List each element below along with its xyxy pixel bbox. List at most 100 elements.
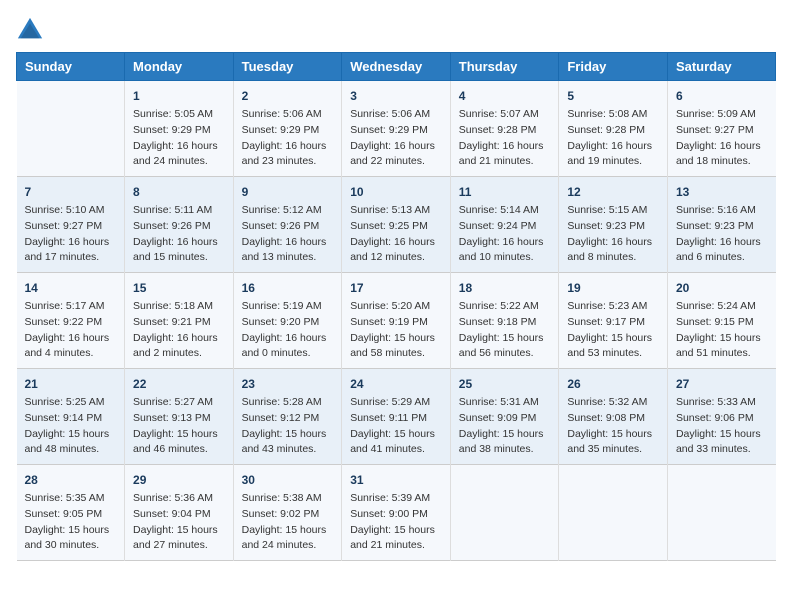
day-info: Sunrise: 5:33 AM Sunset: 9:06 PM Dayligh… (676, 395, 768, 458)
calendar-cell: 23Sunrise: 5:28 AM Sunset: 9:12 PM Dayli… (233, 369, 342, 465)
day-number: 20 (676, 279, 768, 297)
day-number: 28 (25, 471, 117, 489)
day-info: Sunrise: 5:27 AM Sunset: 9:13 PM Dayligh… (133, 395, 225, 458)
week-row-3: 14 Sunrise: 5:17 AM Sunset: 9:22 PM Dayli… (17, 273, 776, 369)
day-info: Sunrise: 5:16 AM Sunset: 9:23 PM Dayligh… (676, 203, 768, 266)
column-header-wednesday: Wednesday (342, 53, 451, 81)
calendar-cell: 5 Sunrise: 5:08 AM Sunset: 9:28 PM Daylig… (559, 81, 668, 177)
day-info: Sunrise: 5:06 AM Sunset: 9:29 PM Dayligh… (242, 107, 334, 170)
day-number: 3 (350, 87, 442, 105)
week-row-4: 21Sunrise: 5:25 AM Sunset: 9:14 PM Dayli… (17, 369, 776, 465)
day-info: Sunrise: 5:19 AM Sunset: 9:20 PM Dayligh… (242, 299, 334, 362)
day-number: 11 (459, 183, 551, 201)
day-number: 26 (567, 375, 659, 393)
logo-icon (16, 16, 44, 44)
calendar-cell: 3Sunrise: 5:06 AM Sunset: 9:29 PM Daylig… (342, 81, 451, 177)
day-info: Sunrise: 5:05 AM Sunset: 9:29 PM Dayligh… (133, 107, 225, 170)
calendar-cell: 31 Sunrise: 5:39 AM Sunset: 9:00 PM Dayli… (342, 465, 451, 561)
day-info: Sunrise: 5:36 AM Sunset: 9:04 PM Dayligh… (133, 491, 225, 554)
calendar-cell (559, 465, 668, 561)
day-info: Sunrise: 5:14 AM Sunset: 9:24 PM Dayligh… (459, 203, 551, 266)
calendar-cell: 18Sunrise: 5:22 AM Sunset: 9:18 PM Dayli… (450, 273, 559, 369)
column-header-sunday: Sunday (17, 53, 125, 81)
day-info: Sunrise: 5:09 AM Sunset: 9:27 PM Dayligh… (676, 107, 768, 170)
day-number: 12 (567, 183, 659, 201)
calendar-cell: 8 Sunrise: 5:11 AM Sunset: 9:26 PM Daylig… (125, 177, 234, 273)
day-number: 25 (459, 375, 551, 393)
calendar-cell: 13 Sunrise: 5:16 AM Sunset: 9:23 PM Dayli… (667, 177, 775, 273)
calendar-header-row: SundayMondayTuesdayWednesdayThursdayFrid… (17, 53, 776, 81)
day-info: Sunrise: 5:15 AM Sunset: 9:23 PM Dayligh… (567, 203, 659, 266)
day-number: 1 (133, 87, 225, 105)
day-info: Sunrise: 5:35 AM Sunset: 9:05 PM Dayligh… (25, 491, 117, 554)
day-info: Sunrise: 5:08 AM Sunset: 9:28 PM Dayligh… (567, 107, 659, 170)
day-number: 8 (133, 183, 225, 201)
calendar-cell: 12 Sunrise: 5:15 AM Sunset: 9:23 PM Dayli… (559, 177, 668, 273)
day-number: 17 (350, 279, 442, 297)
calendar-table: SundayMondayTuesdayWednesdayThursdayFrid… (16, 52, 776, 561)
calendar-cell: 16 Sunrise: 5:19 AM Sunset: 9:20 PM Dayli… (233, 273, 342, 369)
day-number: 16 (242, 279, 334, 297)
calendar-cell: 17Sunrise: 5:20 AM Sunset: 9:19 PM Dayli… (342, 273, 451, 369)
calendar-cell: 11 Sunrise: 5:14 AM Sunset: 9:24 PM Dayli… (450, 177, 559, 273)
column-header-monday: Monday (125, 53, 234, 81)
calendar-cell: 10Sunrise: 5:13 AM Sunset: 9:25 PM Dayli… (342, 177, 451, 273)
day-info: Sunrise: 5:38 AM Sunset: 9:02 PM Dayligh… (242, 491, 334, 554)
calendar-cell: 21Sunrise: 5:25 AM Sunset: 9:14 PM Dayli… (17, 369, 125, 465)
day-info: Sunrise: 5:12 AM Sunset: 9:26 PM Dayligh… (242, 203, 334, 266)
calendar-cell: 9 Sunrise: 5:12 AM Sunset: 9:26 PM Daylig… (233, 177, 342, 273)
calendar-cell: 7 Sunrise: 5:10 AM Sunset: 9:27 PM Daylig… (17, 177, 125, 273)
calendar-cell (17, 81, 125, 177)
day-number: 14 (25, 279, 117, 297)
calendar-cell: 25Sunrise: 5:31 AM Sunset: 9:09 PM Dayli… (450, 369, 559, 465)
day-info: Sunrise: 5:07 AM Sunset: 9:28 PM Dayligh… (459, 107, 551, 170)
calendar-cell: 24 Sunrise: 5:29 AM Sunset: 9:11 PM Dayli… (342, 369, 451, 465)
day-info: Sunrise: 5:29 AM Sunset: 9:11 PM Dayligh… (350, 395, 442, 458)
week-row-2: 7 Sunrise: 5:10 AM Sunset: 9:27 PM Daylig… (17, 177, 776, 273)
day-info: Sunrise: 5:10 AM Sunset: 9:27 PM Dayligh… (25, 203, 117, 266)
day-number: 22 (133, 375, 225, 393)
day-info: Sunrise: 5:17 AM Sunset: 9:22 PM Dayligh… (25, 299, 117, 362)
day-info: Sunrise: 5:32 AM Sunset: 9:08 PM Dayligh… (567, 395, 659, 458)
day-info: Sunrise: 5:24 AM Sunset: 9:15 PM Dayligh… (676, 299, 768, 362)
day-info: Sunrise: 5:28 AM Sunset: 9:12 PM Dayligh… (242, 395, 334, 458)
calendar-cell: 15 Sunrise: 5:18 AM Sunset: 9:21 PM Dayli… (125, 273, 234, 369)
day-number: 19 (567, 279, 659, 297)
calendar-cell: 27 Sunrise: 5:33 AM Sunset: 9:06 PM Dayli… (667, 369, 775, 465)
calendar-cell: 2 Sunrise: 5:06 AM Sunset: 9:29 PM Daylig… (233, 81, 342, 177)
logo (16, 16, 48, 44)
day-number: 13 (676, 183, 768, 201)
day-info: Sunrise: 5:23 AM Sunset: 9:17 PM Dayligh… (567, 299, 659, 362)
day-number: 27 (676, 375, 768, 393)
day-number: 24 (350, 375, 442, 393)
day-number: 4 (459, 87, 551, 105)
day-number: 6 (676, 87, 768, 105)
week-row-5: 28 Sunrise: 5:35 AM Sunset: 9:05 PM Dayli… (17, 465, 776, 561)
column-header-thursday: Thursday (450, 53, 559, 81)
calendar-cell: 22 Sunrise: 5:27 AM Sunset: 9:13 PM Dayli… (125, 369, 234, 465)
page-header (16, 16, 776, 44)
calendar-cell (667, 465, 775, 561)
day-number: 9 (242, 183, 334, 201)
calendar-cell: 26 Sunrise: 5:32 AM Sunset: 9:08 PM Dayli… (559, 369, 668, 465)
day-info: Sunrise: 5:22 AM Sunset: 9:18 PM Dayligh… (459, 299, 551, 362)
calendar-cell: 14 Sunrise: 5:17 AM Sunset: 9:22 PM Dayli… (17, 273, 125, 369)
day-number: 31 (350, 471, 442, 489)
week-row-1: 1 Sunrise: 5:05 AM Sunset: 9:29 PM Daylig… (17, 81, 776, 177)
day-number: 30 (242, 471, 334, 489)
column-header-tuesday: Tuesday (233, 53, 342, 81)
calendar-cell (450, 465, 559, 561)
column-header-friday: Friday (559, 53, 668, 81)
day-info: Sunrise: 5:39 AM Sunset: 9:00 PM Dayligh… (350, 491, 442, 554)
day-number: 5 (567, 87, 659, 105)
day-number: 15 (133, 279, 225, 297)
day-info: Sunrise: 5:18 AM Sunset: 9:21 PM Dayligh… (133, 299, 225, 362)
calendar-cell: 20 Sunrise: 5:24 AM Sunset: 9:15 PM Dayli… (667, 273, 775, 369)
day-number: 2 (242, 87, 334, 105)
day-info: Sunrise: 5:11 AM Sunset: 9:26 PM Dayligh… (133, 203, 225, 266)
day-number: 21 (25, 375, 117, 393)
calendar-cell: 30 Sunrise: 5:38 AM Sunset: 9:02 PM Dayli… (233, 465, 342, 561)
day-number: 7 (25, 183, 117, 201)
calendar-cell: 19 Sunrise: 5:23 AM Sunset: 9:17 PM Dayli… (559, 273, 668, 369)
calendar-cell: 29Sunrise: 5:36 AM Sunset: 9:04 PM Dayli… (125, 465, 234, 561)
